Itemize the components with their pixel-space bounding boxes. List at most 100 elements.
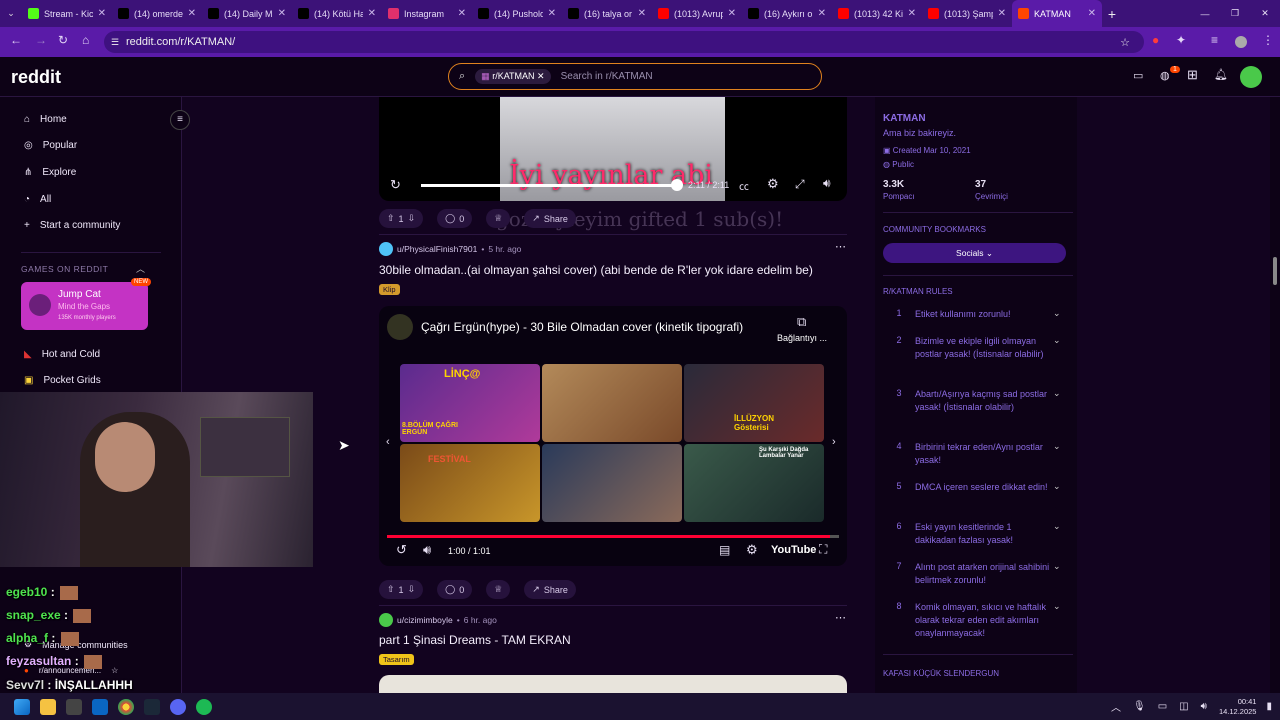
nav-explore[interactable]: ⋔ Explore [24,167,76,178]
bookmark-star-icon[interactable]: ☆ [1120,36,1130,49]
game-pocket-grids[interactable]: ▣ Pocket Grids [24,375,101,386]
tab-0[interactable]: Stream - Kic ✕ [22,0,112,27]
tray-expand-icon[interactable]: ︿ [1111,699,1121,714]
comments-button[interactable]: ◯ 0 [437,209,473,228]
reload-icon[interactable]: ↻ [58,33,68,47]
rule-item[interactable]: 3 Abartı/Aşırıya kaçmış sad postlar yasak… [883,388,1073,414]
browser-menu-icon[interactable]: ⋮ [1262,33,1274,47]
upvote-icon[interactable]: ⇧ [387,584,395,595]
close-tab-icon[interactable]: ✕ [548,8,556,19]
yt-replay-icon[interactable]: ↺ [396,542,407,558]
advertise-icon[interactable]: ▭ [1133,69,1143,82]
vote-control[interactable]: ⇧ 1 ⇩ [379,580,424,599]
rule-item[interactable]: 1 Etiket kullanımı zorunlu! ⌄ [883,308,1073,321]
site-info-icon[interactable]: ☰ [111,37,119,48]
rule-item[interactable]: 8 Komik olmayan, sıkıcı ve haftalık olara… [883,601,1073,640]
game-hot-and-cold[interactable]: ◣ Hot and Cold [24,349,100,360]
suggested-video-thumb[interactable]: İLLÜZYON Gösterisi [684,364,824,442]
tab-4[interactable]: Instagram ✕ [382,0,472,27]
extensions-puzzle-icon[interactable]: ✦ [1176,33,1186,47]
suggested-video-thumb[interactable]: Şu Karşıki Dağda Lambalar Yanar [684,444,824,522]
home-icon[interactable]: ⌂ [82,33,89,47]
store-icon[interactable] [66,698,82,715]
back-icon[interactable]: ← [10,33,22,47]
maximize-button[interactable]: ❐ [1220,8,1250,19]
close-tab-icon[interactable]: ✕ [1088,8,1096,19]
post-author[interactable]: u/PhysicalFinish7901 [397,244,477,254]
post-options-icon[interactable]: ⋯ [835,611,846,624]
chevron-down-icon[interactable]: ⌄ [1053,481,1073,494]
yt-settings-icon[interactable]: ⚙ [746,542,758,558]
tab-11[interactable]: KATMAN ✕ [1012,0,1102,27]
rule-item[interactable]: 7 Alıntı post atarken orijinal sahibini b… [883,561,1073,587]
file-explorer-icon[interactable] [40,698,56,715]
tab-3[interactable]: (14) Kötü Ha ✕ [292,0,382,27]
chevron-down-icon[interactable]: ⌄ [1053,335,1073,361]
speaker-icon[interactable]: 🔊︎ [1201,701,1207,712]
tab-6[interactable]: (16) talya or ✕ [562,0,652,27]
tab-2[interactable]: (14) Daily M ✕ [202,0,292,27]
chevron-down-icon[interactable]: ⌄ [1053,388,1073,414]
forward-icon[interactable]: → [35,33,47,47]
profile-avatar[interactable] [1235,36,1247,48]
subreddit-chip[interactable]: ▦ r/KATMAN ✕ [475,69,551,84]
rule-item[interactable]: 4 Birbirini tekrar eden/Aynı postlar yasa… [883,441,1073,467]
clock[interactable]: 00:41 14.12.2025 [1219,697,1257,717]
suggested-video-thumb[interactable]: LİNÇ@ 8.BÖLÜM ÇAĞRI ERGÜN [400,364,540,442]
downvote-icon[interactable]: ⇩ [408,584,416,595]
new-tab-button[interactable]: + [1102,6,1122,22]
chevron-down-icon[interactable]: ⌄ [1053,441,1073,467]
collapse-sidebar-icon[interactable]: ≡ [170,110,190,130]
nav-popular[interactable]: ◎ Popular [24,140,77,151]
reading-list-icon[interactable]: ≡ [1211,33,1218,47]
close-tab-icon[interactable]: ✕ [728,8,736,19]
post2-flair[interactable]: Klip [379,284,400,295]
steam-icon[interactable] [144,698,160,715]
upvote-icon[interactable]: ⇧ [387,213,395,224]
page-scrollbar[interactable] [1270,97,1280,693]
volume-icon[interactable]: 🔊︎ [823,176,831,191]
search-bar[interactable]: ⌕ ▦ r/KATMAN ✕ Search in r/KATMAN [448,63,822,90]
share-button[interactable]: ↗ Share [524,580,576,599]
suggested-video-thumb[interactable] [542,444,682,522]
network-icon[interactable]: ◫ [1179,701,1188,712]
nav-home[interactable]: ⌂ Home [24,114,67,125]
discord-icon[interactable] [170,698,186,715]
chat-icon[interactable]: ◍ [1160,69,1170,82]
notifications-bell-icon[interactable]: 🔔︎ [1214,68,1228,81]
close-tab-icon[interactable]: ✕ [818,8,826,19]
share-button[interactable]: ↗ Share [524,209,576,228]
fullscreen-icon[interactable]: ⤢ [795,177,805,192]
vote-control[interactable]: ⇧ 1 ⇩ [379,209,424,228]
chevron-down-icon[interactable]: ⌄ [1053,601,1073,640]
copy-link-label[interactable]: Bağlantıyı ... [777,333,827,343]
video-progress-handle[interactable] [671,179,683,191]
award-button[interactable]: ♕ [486,580,511,599]
copy-link-icon[interactable]: ⧉ [797,314,806,330]
award-button[interactable]: ♕ [486,209,511,228]
comments-button[interactable]: ◯ 0 [437,580,473,599]
close-tab-icon[interactable]: ✕ [638,8,646,19]
post-options-icon[interactable]: ⋯ [835,240,846,253]
outlook-icon[interactable] [92,698,108,715]
replay-icon[interactable]: ↻ [390,177,401,193]
yt-volume-icon[interactable]: 🔊︎ [423,542,431,558]
post3-flair[interactable]: Tasarım [379,654,414,665]
socials-button[interactable]: Socials ⌄ [883,243,1066,263]
suggested-video-thumb[interactable]: FESTİVAL [400,444,540,522]
chevron-up-icon[interactable]: ︿ [136,262,145,275]
close-tab-icon[interactable]: ✕ [98,8,106,19]
chevron-down-icon[interactable]: ⌄ [1053,561,1073,587]
favorite-star-icon[interactable]: ☆ [111,666,118,675]
nav-all[interactable]: ◔ All [24,194,51,205]
game-card-jump-cat[interactable]: Jump Cat Mind the Gaps 135K monthly play… [21,278,151,330]
close-tab-icon[interactable]: ✕ [998,8,1006,19]
chevron-right-icon[interactable]: › [832,436,836,448]
close-tab-icon[interactable]: ✕ [368,8,376,19]
rule-item[interactable]: 6 Eski yayın kesitlerinde 1 dakikadan faz… [883,521,1073,547]
post3-title[interactable]: part 1 Şinasi Dreams - TAM EKRAN [379,633,571,647]
yt-captions-icon[interactable]: ▤ [719,543,730,557]
user-avatar[interactable] [379,613,393,627]
user-avatar[interactable] [1240,66,1262,88]
rule-item[interactable]: 2 Bizimle ve ekiple ilgili olmayan postla… [883,335,1073,361]
